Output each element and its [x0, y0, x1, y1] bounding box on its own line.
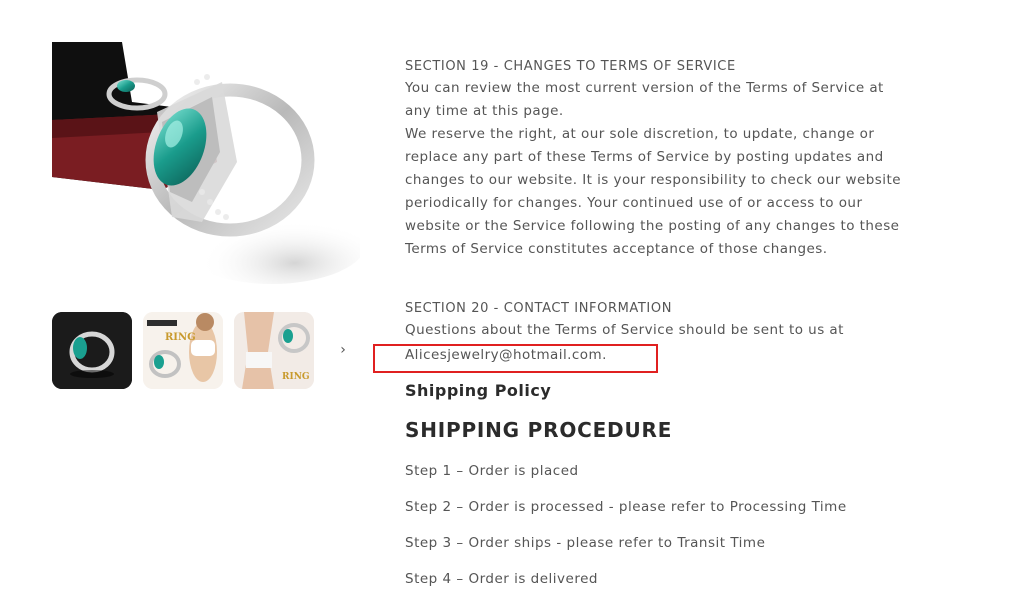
- section-20-paragraph: Questions about the Terms of Service sho…: [405, 322, 844, 338]
- thumbnail-strip: RING RING: [52, 312, 357, 390]
- section-20: SECTION 20 - CONTACT INFORMATION Questio…: [405, 299, 905, 342]
- thumbnail-waist-ad[interactable]: RING: [234, 312, 314, 389]
- shipping-step-4: Step 4 – Order is delivered: [405, 571, 598, 587]
- section-20-title: SECTION 20 - CONTACT INFORMATION: [405, 301, 673, 316]
- thumbnail-badge-ring: RING: [165, 332, 196, 343]
- thumbnail-slimming-ad[interactable]: RING: [143, 312, 223, 389]
- chevron-right-icon[interactable]: ›: [334, 341, 352, 359]
- shipping-procedure-heading: SHIPPING PROCEDURE: [405, 418, 673, 442]
- shipping-step-2: Step 2 – Order is processed - please ref…: [405, 499, 847, 515]
- section-19-paragraph-1: You can review the most current version …: [405, 80, 884, 119]
- highlight-annotation-box: [373, 344, 658, 373]
- product-page: RING RING › SECTION 19 - CHANGES TO TERM…: [0, 0, 1024, 613]
- thumbnail-badge-ring: RING: [282, 372, 310, 382]
- shipping-step-1: Step 1 – Order is placed: [405, 463, 579, 479]
- section-19-title: SECTION 19 - CHANGES TO TERMS OF SERVICE: [405, 59, 736, 74]
- product-hero-image[interactable]: [52, 42, 360, 292]
- section-19-paragraph-2: We reserve the right, at our sole discre…: [405, 126, 901, 257]
- shipping-policy-heading: Shipping Policy: [405, 381, 552, 400]
- thumbnail-ring-black[interactable]: [52, 312, 132, 389]
- terms-content: SECTION 19 - CHANGES TO TERMS OF SERVICE…: [405, 57, 905, 261]
- shipping-step-3: Step 3 – Order ships - please refer to T…: [405, 535, 766, 551]
